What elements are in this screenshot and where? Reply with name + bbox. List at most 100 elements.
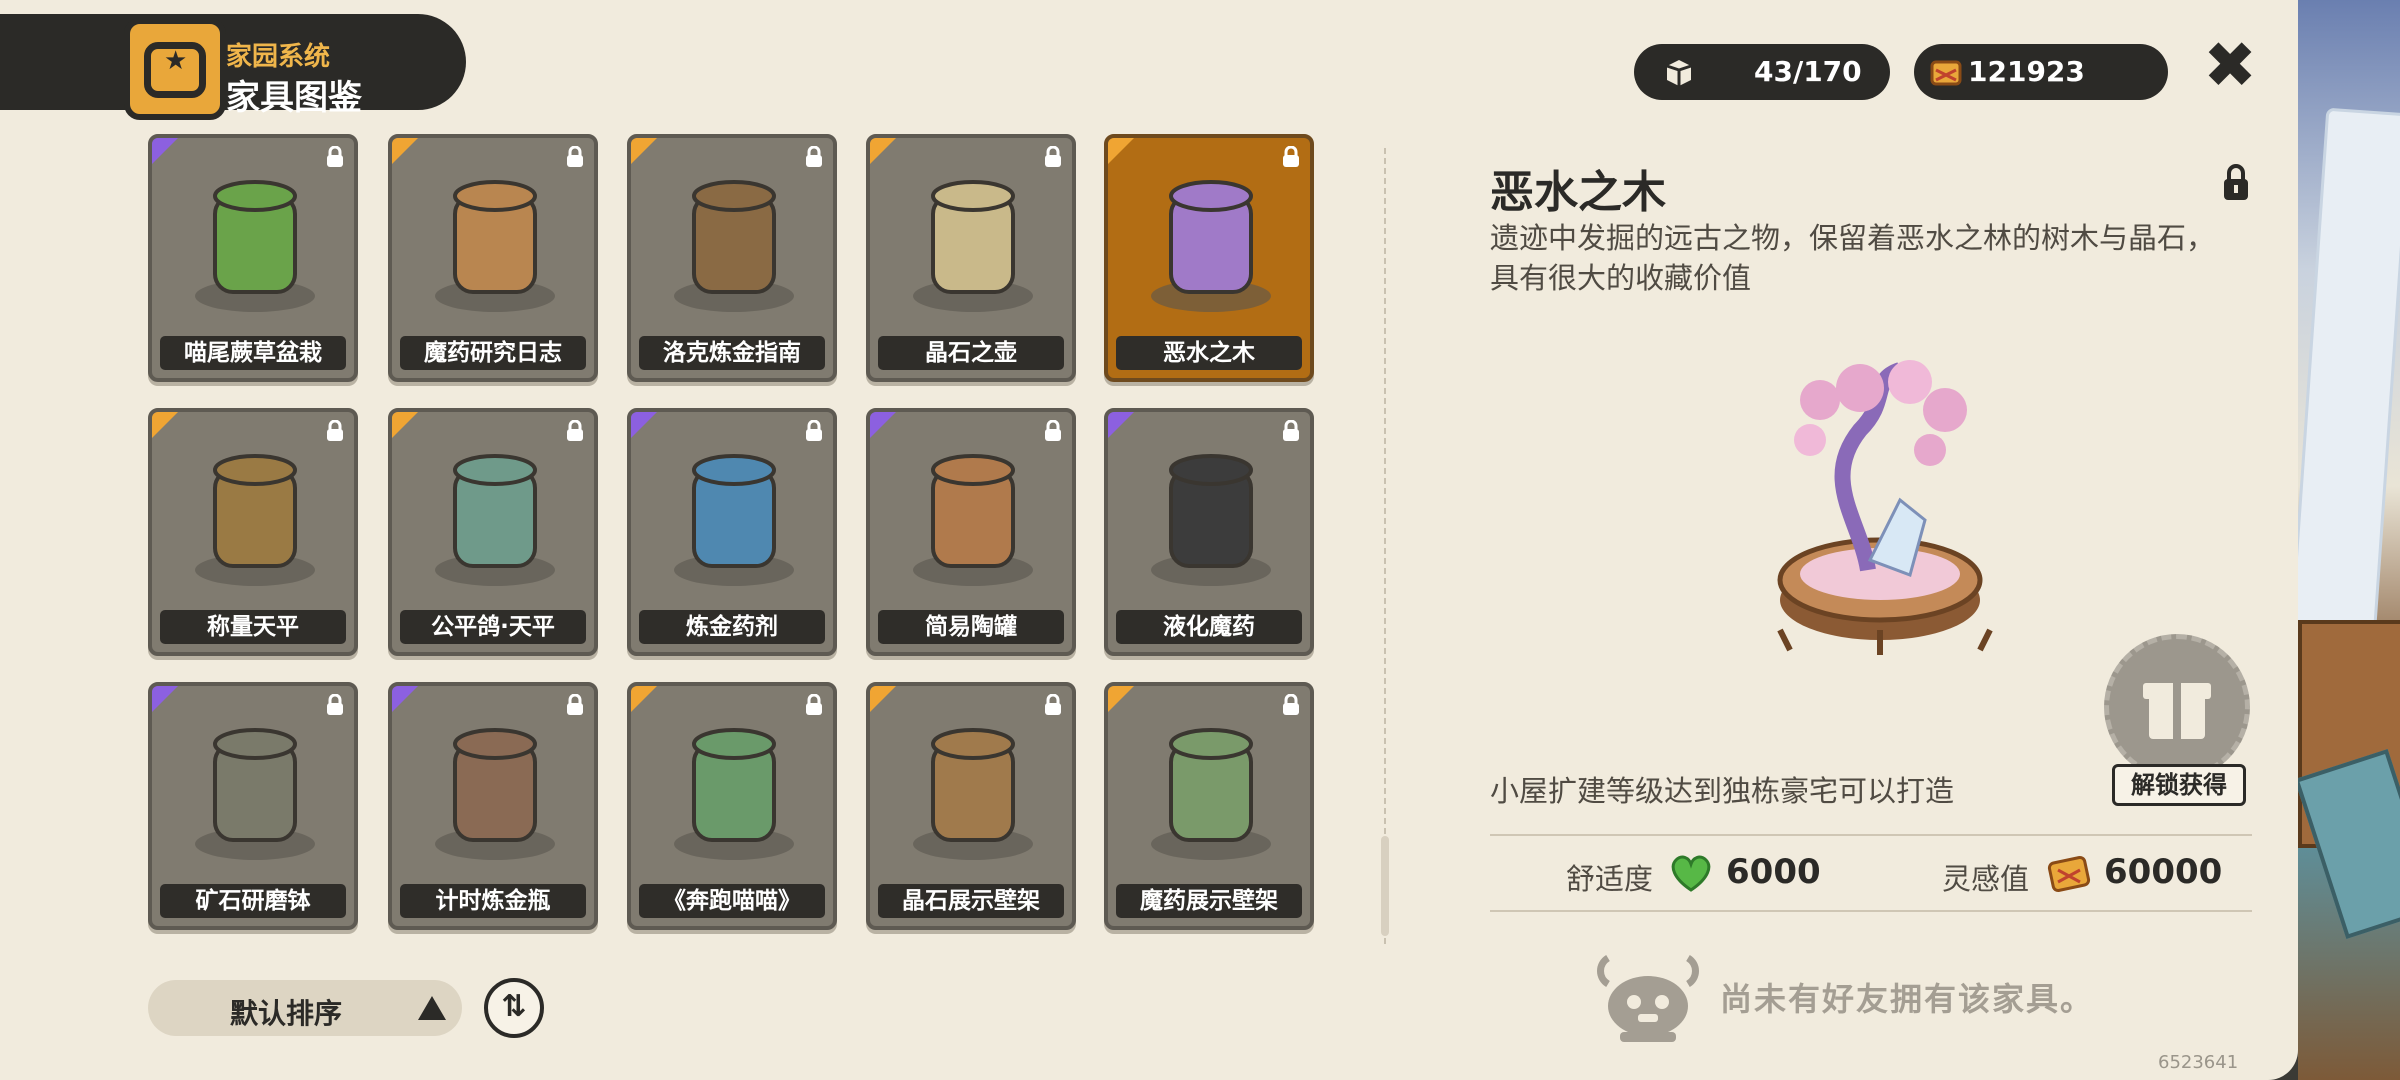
- treasure-icon: [1930, 60, 1962, 86]
- furniture-card[interactable]: 恶水之木: [1104, 134, 1314, 382]
- furniture-thumbnail: [195, 454, 315, 586]
- furniture-catalog-panel: ★ 家园系统 家具图鉴 喵尾蕨草盆栽 魔药研究日志 洛克炼金指南 晶石之壶 恶水之木称量…: [0, 0, 2298, 1080]
- sofa-frame-icon: ★: [124, 18, 226, 120]
- furniture-card-label: 洛克炼金指南: [639, 336, 825, 370]
- divider: [1490, 834, 2252, 836]
- swap-order-icon: ⇅: [501, 989, 527, 1024]
- lock-icon: [1045, 694, 1061, 715]
- comfort-value: 6000: [1726, 852, 1821, 892]
- inspiration-label: 灵感值: [1942, 862, 2030, 896]
- furniture-card-label: 矿石研磨钵: [160, 884, 346, 918]
- lock-icon: [1283, 420, 1299, 441]
- comfort-label: 舒适度: [1566, 862, 1654, 896]
- sort-label: 默认排序: [230, 997, 343, 1030]
- sort-dropdown[interactable]: 默认排序: [148, 980, 462, 1036]
- furniture-card[interactable]: 炼金药剂: [627, 408, 837, 656]
- craft-requirement: 小屋扩建等级达到独栋豪宅可以打造: [1490, 774, 1955, 808]
- lock-icon: [806, 694, 822, 715]
- background-scene: [2289, 0, 2400, 1080]
- furniture-card[interactable]: 计时炼金瓶: [388, 682, 598, 930]
- furniture-thumbnail: [913, 728, 1033, 860]
- furniture-card[interactable]: 《奔跑喵喵》: [627, 682, 837, 930]
- close-icon: ✖: [2203, 29, 2257, 103]
- furniture-thumbnail: [1151, 728, 1271, 860]
- furniture-card[interactable]: 简易陶罐: [866, 408, 1076, 656]
- lock-icon: [1283, 146, 1299, 167]
- lock-icon: [1045, 420, 1061, 441]
- lock-icon: [2224, 164, 2248, 200]
- collection-count: 43/170: [1754, 55, 1862, 88]
- item-description: 遗迹中发掘的远古之物，保留着恶水之林的树木与晶石，具有很大的收藏价值: [1490, 221, 2216, 295]
- furniture-card-label: 恶水之木: [1116, 336, 1302, 370]
- furniture-card[interactable]: 魔药研究日志: [388, 134, 598, 382]
- furniture-card[interactable]: 称量天平: [148, 408, 358, 656]
- furniture-card[interactable]: 晶石展示壁架: [866, 682, 1076, 930]
- gift-badge-icon: [2104, 634, 2250, 780]
- furniture-thumbnail: [435, 180, 555, 312]
- currency-counter: 121923: [1914, 44, 2168, 100]
- furniture-card-label: 公平鸽·天平: [400, 610, 586, 644]
- lock-icon: [1283, 694, 1299, 715]
- comfort-heart-icon: [1671, 855, 1711, 892]
- background-paper: [2289, 107, 2400, 639]
- item-preview-image: [1777, 360, 1993, 655]
- furniture-card[interactable]: 矿石研磨钵: [148, 682, 358, 930]
- furniture-thumbnail: [195, 728, 315, 860]
- furniture-card-label: 晶石之壶: [878, 336, 1064, 370]
- unlock-stamp[interactable]: 解锁获得: [2104, 634, 2254, 810]
- furniture-card[interactable]: 喵尾蕨草盆栽: [148, 134, 358, 382]
- triangle-up-icon: [418, 996, 446, 1020]
- close-button[interactable]: ✖: [2200, 34, 2260, 98]
- lock-icon: [567, 146, 583, 167]
- scrollbar-thumb[interactable]: [1381, 836, 1389, 936]
- furniture-card-label: 炼金药剂: [639, 610, 825, 644]
- lock-icon: [567, 694, 583, 715]
- unlock-button[interactable]: 解锁获得: [2112, 764, 2246, 806]
- furniture-thumbnail: [913, 454, 1033, 586]
- lock-icon: [327, 694, 343, 715]
- inspiration-value: 60000: [2104, 852, 2223, 892]
- furniture-card-label: 简易陶罐: [878, 610, 1064, 644]
- lock-icon: [327, 420, 343, 441]
- furniture-card-label: 《奔跑喵喵》: [639, 884, 825, 918]
- furniture-thumbnail: [913, 180, 1033, 312]
- header-bar: ★ 家园系统 家具图鉴: [0, 14, 466, 120]
- furniture-card-label: 计时炼金瓶: [400, 884, 586, 918]
- furniture-card-label: 晶石展示壁架: [878, 884, 1064, 918]
- lock-icon: [806, 146, 822, 167]
- furniture-thumbnail: [195, 180, 315, 312]
- furniture-thumbnail: [435, 728, 555, 860]
- furniture-thumbnail: [1151, 454, 1271, 586]
- furniture-card[interactable]: 洛克炼金指南: [627, 134, 837, 382]
- lock-icon: [327, 146, 343, 167]
- scrollbar[interactable]: [1381, 148, 1389, 944]
- lock-icon: [567, 420, 583, 441]
- furniture-card[interactable]: 公平鸽·天平: [388, 408, 598, 656]
- no-friend-message: 尚未有好友拥有该家具。: [1720, 980, 2095, 1018]
- lock-icon: [1045, 146, 1061, 167]
- furniture-card-label: 称量天平: [160, 610, 346, 644]
- page-title: 家具图鉴: [226, 78, 362, 118]
- furniture-card-label: 喵尾蕨草盆栽: [160, 336, 346, 370]
- lock-icon: [806, 420, 822, 441]
- furniture-card[interactable]: 晶石之壶: [866, 134, 1076, 382]
- collection-counter: 43/170: [1634, 44, 1890, 100]
- cube-icon: [1666, 60, 1692, 86]
- divider: [1490, 910, 2252, 912]
- sort-order-button[interactable]: ⇅: [484, 978, 544, 1038]
- furniture-card-label: 魔药研究日志: [400, 336, 586, 370]
- robot-mascot-icon: [1597, 955, 1699, 1042]
- furniture-thumbnail: [435, 454, 555, 586]
- player-uid: 6523641: [2158, 1052, 2239, 1073]
- furniture-thumbnail: [1151, 180, 1271, 312]
- currency-value: 121923: [1968, 55, 2085, 88]
- header-subtitle: 家园系统: [226, 42, 331, 72]
- furniture-thumbnail: [674, 728, 794, 860]
- furniture-thumbnail: [674, 454, 794, 586]
- item-title: 恶水之木: [1490, 167, 1666, 218]
- furniture-card-label: 魔药展示壁架: [1116, 884, 1302, 918]
- furniture-card[interactable]: 魔药展示壁架: [1104, 682, 1314, 930]
- furniture-card-label: 液化魔药: [1116, 610, 1302, 644]
- furniture-card[interactable]: 液化魔药: [1104, 408, 1314, 656]
- inspiration-icon: [2047, 855, 2091, 893]
